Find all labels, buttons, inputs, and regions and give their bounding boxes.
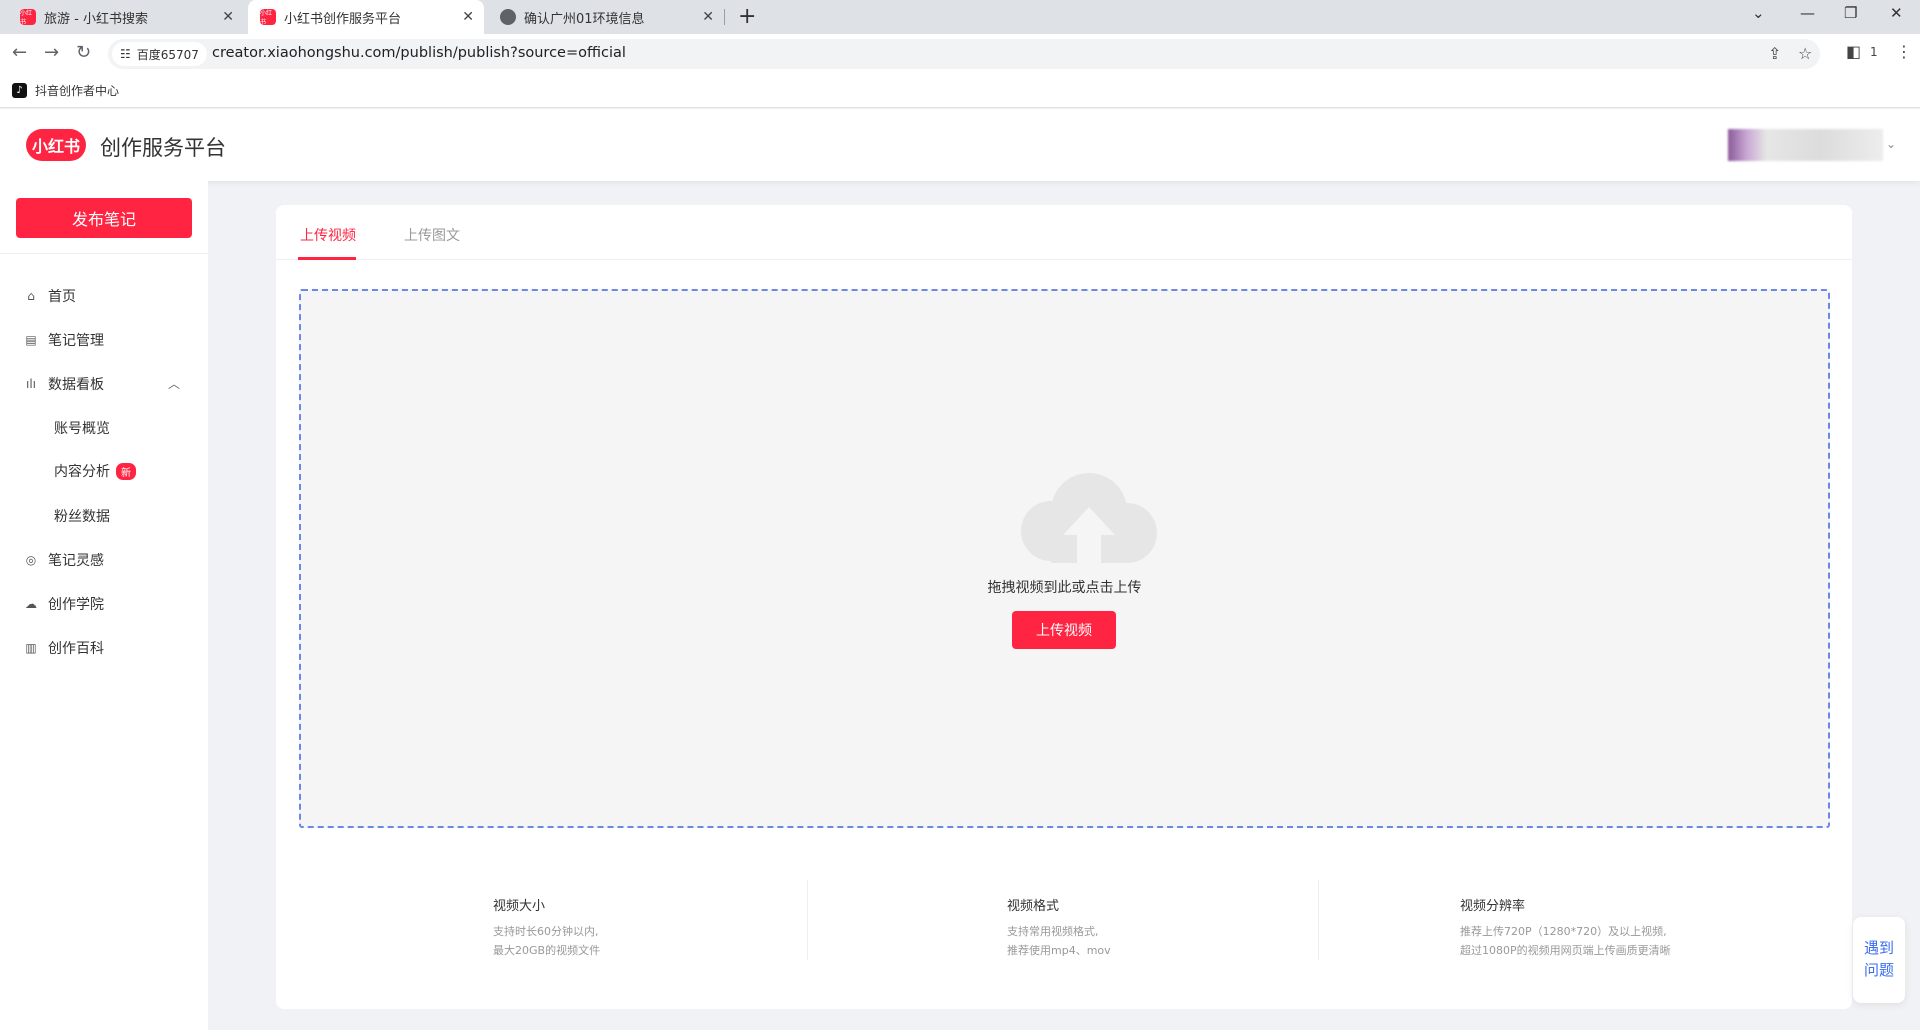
site-settings-icon: ☷ xyxy=(120,47,131,61)
inspiration-icon: ◎ xyxy=(25,553,37,567)
sidebar-divider xyxy=(0,253,208,254)
bar-chart-icon: ılı xyxy=(25,377,36,391)
help-float-button[interactable]: 遇到 问题 xyxy=(1853,917,1905,1003)
info-desc: 支持时长60分钟以内, 最大20GB的视频文件 xyxy=(493,925,601,957)
side-panel-icon[interactable]: ◧ xyxy=(1846,42,1861,61)
close-window-icon[interactable]: ✕ xyxy=(1890,4,1903,22)
sidebar-subitem-fans-data[interactable]: 粉丝数据 xyxy=(54,506,110,526)
tab-separator xyxy=(724,9,725,25)
tab-title: 确认广州01环境信息 xyxy=(524,11,645,27)
sidebar-subitem-label: 账号概览 xyxy=(54,421,110,437)
sidebar-item-note-inspiration[interactable]: ◎ 笔记灵感 xyxy=(24,550,104,570)
xiaohongshu-logo[interactable]: 小红书 xyxy=(26,129,86,161)
sidebar-subitem-label: 粉丝数据 xyxy=(54,509,110,525)
info-desc: 支持常用视频格式, 推荐使用mp4、mov xyxy=(1007,925,1111,957)
chevron-down-icon[interactable]: ⌄ xyxy=(1886,137,1896,151)
restore-icon[interactable]: ❐ xyxy=(1844,4,1857,22)
sidebar-item-label: 数据看板 xyxy=(48,377,104,393)
browser-tab-bar: 小红书 旅游 - 小红书搜索 ✕ 小红书 小红书创作服务平台 ✕ 确认广州01环… xyxy=(0,0,1920,34)
active-tab-indicator xyxy=(298,257,356,260)
upload-tabs: 上传视频 上传图文 xyxy=(276,205,1852,260)
bookmarks-bar: ♪ 抖音创作者中心 xyxy=(0,74,1920,108)
bookmark-douyin-creator[interactable]: ♪ 抖音创作者中心 xyxy=(12,82,119,99)
tab-upload-image-text[interactable]: 上传图文 xyxy=(404,225,460,245)
app-title: 创作服务平台 xyxy=(100,136,226,160)
bookmark-star-icon[interactable]: ☆ xyxy=(1798,44,1812,63)
sidebar-item-note-management[interactable]: ▤ 笔记管理 xyxy=(24,330,104,350)
address-bar[interactable]: ☷ 百度65707 creator.xiaohongshu.com/publis… xyxy=(108,39,1820,69)
browser-tab-xhs-search[interactable]: 小红书 旅游 - 小红书搜索 ✕ xyxy=(8,0,244,34)
sidebar-item-home[interactable]: ⌂ 首页 xyxy=(24,286,76,306)
chevron-up-icon[interactable]: ︿ xyxy=(168,375,180,392)
info-desc: 推荐上传720P（1280*720）及以上视频, 超过1080P的视频用网页端上传… xyxy=(1460,925,1671,957)
douyin-icon: ♪ xyxy=(12,83,27,98)
home-icon: ⌂ xyxy=(27,289,35,303)
reload-icon[interactable]: ↻ xyxy=(76,42,91,63)
note-icon: ▤ xyxy=(25,333,37,347)
academy-icon: ☁ xyxy=(25,597,37,611)
sidebar-item-label: 笔记灵感 xyxy=(48,553,104,569)
browser-tab-env-info[interactable]: 确认广州01环境信息 ✕ xyxy=(488,0,725,34)
close-tab-icon[interactable]: ✕ xyxy=(462,9,474,25)
profile-count[interactable]: 1 xyxy=(1870,45,1878,59)
info-video-resolution: 视频分辨率 推荐上传720P（1280*720）及以上视频, 超过1080P的视频… xyxy=(1460,895,1671,960)
cloud-upload-icon xyxy=(1021,473,1157,565)
upload-video-button[interactable]: 上传视频 xyxy=(1012,611,1116,649)
share-icon[interactable]: ⇪ xyxy=(1768,44,1781,63)
book-icon: ▥ xyxy=(25,641,37,655)
sidebar: 发布笔记 ⌂ 首页 ▤ 笔记管理 ılı 数据看板 ︿ 账号概览 内容分析 新 … xyxy=(0,181,208,1030)
close-tab-icon[interactable]: ✕ xyxy=(222,9,234,25)
sidebar-item-label: 首页 xyxy=(48,289,76,305)
info-video-size: 视频大小 支持时长60分钟以内, 最大20GB的视频文件 xyxy=(493,895,600,960)
help-line: 遇到 xyxy=(1863,939,1894,957)
info-title: 视频分辨率 xyxy=(1460,899,1526,914)
minimize-icon[interactable]: — xyxy=(1800,4,1815,22)
drop-hint-text: 拖拽视频到此或点击上传 xyxy=(987,580,1142,596)
user-avatar-blurred[interactable] xyxy=(1728,129,1883,161)
info-title: 视频大小 xyxy=(493,899,546,914)
browser-toolbar: ← → ↻ ☷ 百度65707 creator.xiaohongshu.com/… xyxy=(0,34,1920,74)
sidebar-item-data-dashboard[interactable]: ılı 数据看板 xyxy=(24,374,104,394)
app-header: 小红书 创作服务平台 ⌄ xyxy=(0,109,1920,181)
tab-search-chevron-icon[interactable]: ⌄ xyxy=(1752,4,1765,22)
help-line: 问题 xyxy=(1863,961,1894,979)
sidebar-item-label: 笔记管理 xyxy=(48,333,104,349)
back-icon[interactable]: ← xyxy=(12,42,27,63)
tab-title: 旅游 - 小红书搜索 xyxy=(44,11,148,27)
bookmark-label: 抖音创作者中心 xyxy=(35,84,120,98)
publish-note-button[interactable]: 发布笔记 xyxy=(16,198,192,238)
xiaohongshu-favicon-icon: 小红书 xyxy=(20,9,36,26)
tab-upload-video[interactable]: 上传视频 xyxy=(300,225,356,245)
sidebar-item-label: 创作百科 xyxy=(48,641,104,657)
new-badge: 新 xyxy=(116,462,136,480)
info-title: 视频格式 xyxy=(1007,899,1060,914)
video-drop-zone[interactable]: 拖拽视频到此或点击上传 上传视频 xyxy=(299,289,1830,828)
sidebar-item-creator-academy[interactable]: ☁ 创作学院 xyxy=(24,594,104,614)
sidebar-subitem-account-overview[interactable]: 账号概览 xyxy=(54,418,110,438)
sidebar-item-creator-wiki[interactable]: ▥ 创作百科 xyxy=(24,638,104,658)
info-divider xyxy=(1318,880,1319,960)
tab-title: 小红书创作服务平台 xyxy=(284,11,402,27)
xiaohongshu-favicon-icon: 小红书 xyxy=(260,9,276,26)
upload-card: 上传视频 上传图文 拖拽视频到此或点击上传 上传视频 视频大小 支持时长60分钟… xyxy=(276,205,1852,1009)
close-tab-icon[interactable]: ✕ xyxy=(702,9,714,25)
sidebar-subitem-label: 内容分析 xyxy=(54,464,110,480)
info-divider xyxy=(807,880,808,960)
menu-kebab-icon[interactable]: ⋮ xyxy=(1896,42,1912,61)
site-info-chip[interactable]: ☷ 百度65707 xyxy=(112,42,207,66)
info-video-format: 视频格式 支持常用视频格式, 推荐使用mp4、mov xyxy=(1007,895,1111,960)
globe-icon xyxy=(500,9,516,25)
browser-tab-creator-platform[interactable]: 小红书 小红书创作服务平台 ✕ xyxy=(248,0,484,34)
new-tab-icon[interactable]: + xyxy=(738,4,756,29)
sidebar-subitem-content-analysis[interactable]: 内容分析 新 xyxy=(54,461,136,481)
site-chip-label: 百度65707 xyxy=(136,47,199,62)
url-text[interactable]: creator.xiaohongshu.com/publish/publish?… xyxy=(212,45,626,61)
forward-icon[interactable]: → xyxy=(44,42,59,63)
sidebar-item-label: 创作学院 xyxy=(48,597,104,613)
